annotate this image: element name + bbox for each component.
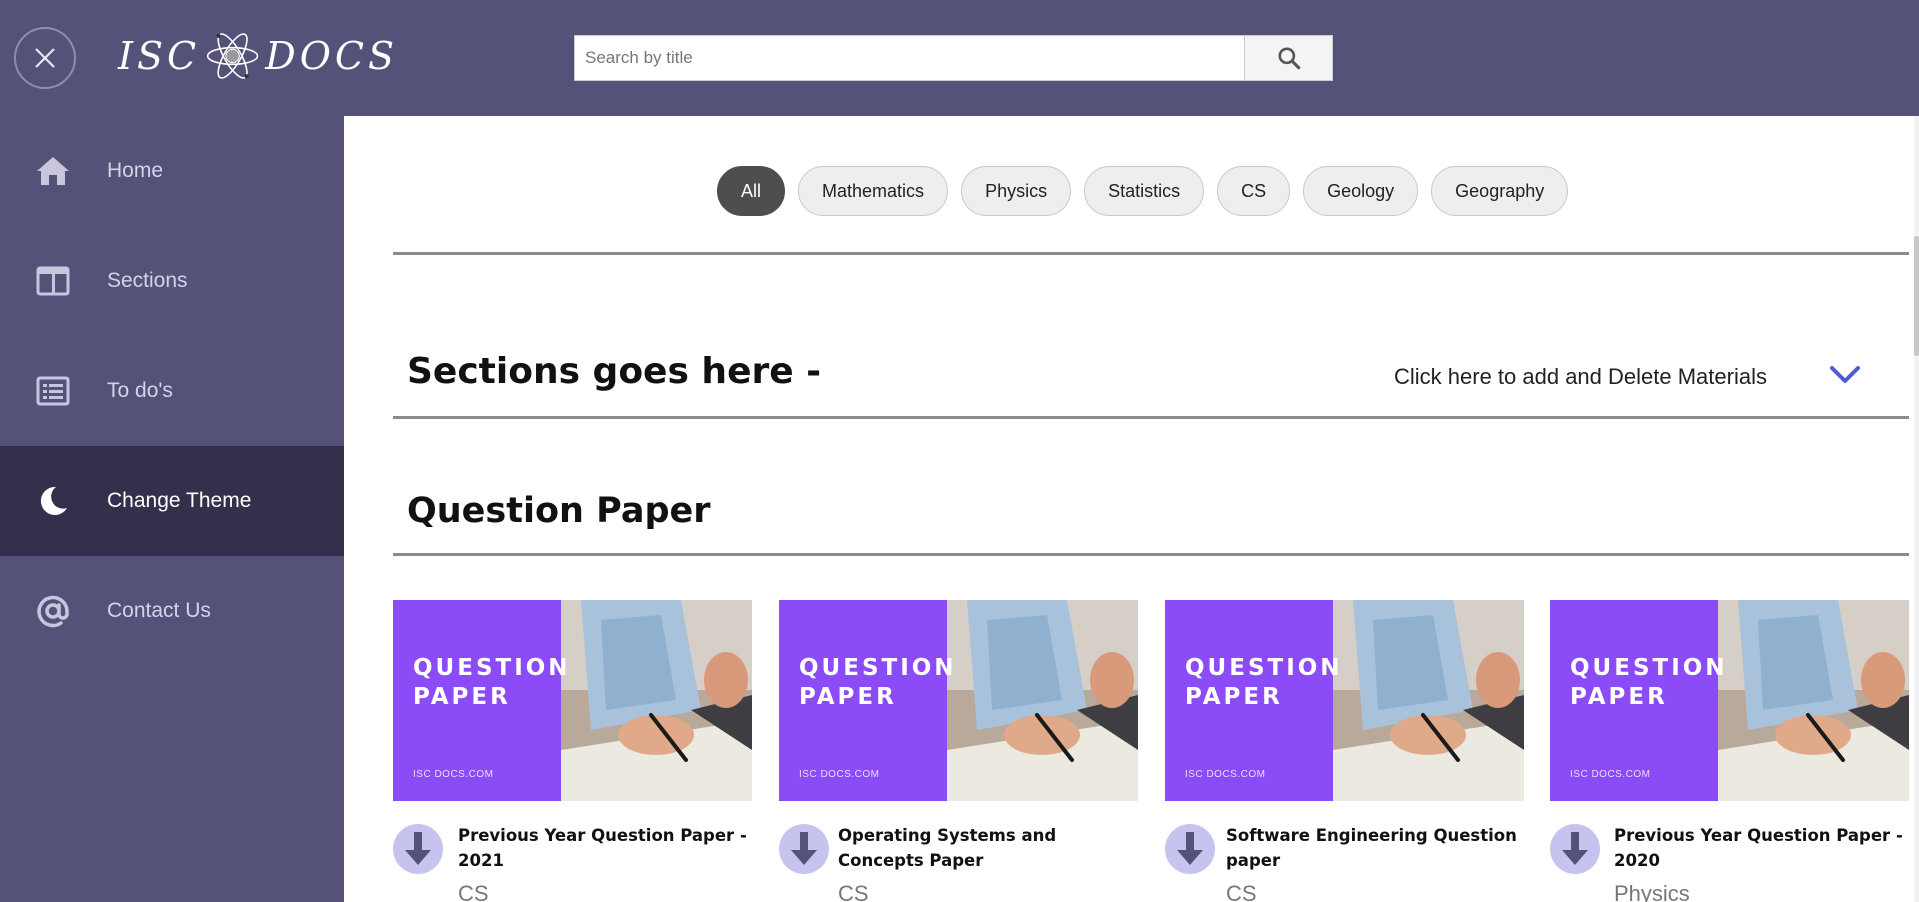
question-paper-thumbnail[interactable]: QUESTION PAPER ISC DOCS.COM [1165,600,1524,801]
main-content: All Mathematics Physics Statistics CS Ge… [344,116,1914,902]
sections-heading: Sections goes here - [407,351,822,392]
top-bar: ISC DOCS [0,0,1919,116]
thumbnail-title: QUESTION PAPER [413,655,571,710]
filter-chip-mathematics[interactable]: Mathematics [798,166,949,216]
sidebar-item-label: Change Theme [107,489,252,512]
download-button[interactable] [779,824,829,874]
download-arrow-icon [791,832,817,865]
question-paper-card: QUESTION PAPER ISC DOCS.COM Previous Year… [1550,600,1909,902]
moon-icon [34,482,72,520]
question-paper-heading: Question Paper [407,491,711,531]
download-button[interactable] [393,824,443,874]
question-paper-card: QUESTION PAPER ISC DOCS.COM Previous Year… [393,600,752,902]
download-button[interactable] [1165,824,1215,874]
logo[interactable]: ISC DOCS [118,6,398,106]
search-icon [1277,47,1300,70]
card-subject: CS [838,881,869,902]
download-arrow-icon [1562,832,1588,865]
writing-hand-photo [947,600,1138,801]
search-bar [574,35,1333,81]
logo-text-left: ISC [118,34,201,78]
thumbnail-site: ISC DOCS.COM [1570,769,1651,780]
question-paper-card: QUESTION PAPER ISC DOCS.COM Operating Sys… [779,600,1138,902]
at-sign-icon [34,592,72,630]
logo-text-right: DOCS [265,34,398,78]
sidebar-item-contact-us[interactable]: Contact Us [0,556,344,666]
close-sidebar-button[interactable] [14,27,76,89]
search-button[interactable] [1244,35,1333,81]
thumbnail-site: ISC DOCS.COM [413,769,494,780]
download-arrow-icon [405,832,431,865]
sidebar-item-todos[interactable]: To do's [0,336,344,446]
sidebar-item-label: Home [107,159,164,182]
card-subject: CS [1226,881,1257,902]
card-subject: CS [458,881,489,902]
sections-icon [34,262,72,300]
writing-hand-photo [561,600,752,801]
sidebar-item-label: Sections [107,269,188,292]
question-paper-thumbnail[interactable]: QUESTION PAPER ISC DOCS.COM [1550,600,1909,801]
sidebar-item-home[interactable]: Home [0,116,344,226]
home-icon [34,152,72,190]
thumbnail-site: ISC DOCS.COM [799,769,880,780]
download-button[interactable] [1550,824,1600,874]
thumbnail-title: QUESTION PAPER [1185,655,1343,710]
thumbnail-site: ISC DOCS.COM [1185,769,1266,780]
card-title[interactable]: Previous Year Question Paper - 2020 [1614,823,1904,873]
divider [393,252,1909,255]
sidebar-item-change-theme[interactable]: Change Theme [0,446,344,556]
page-scrollbar[interactable] [1914,116,1919,902]
filter-chip-physics[interactable]: Physics [961,166,1072,216]
sidebar-item-label: To do's [107,379,173,402]
card-title[interactable]: Previous Year Question Paper - 2021 [458,823,758,873]
card-title[interactable]: Operating Systems and Concepts Paper [838,823,1138,873]
divider [393,416,1909,419]
question-paper-card: QUESTION PAPER ISC DOCS.COM Software Engi… [1165,600,1526,902]
filter-chip-all[interactable]: All [717,166,786,216]
writing-hand-photo [1718,600,1909,801]
scrollbar-thumb[interactable] [1914,236,1919,356]
sidebar-item-label: Contact Us [107,599,211,622]
divider [393,553,1909,556]
add-delete-materials-link[interactable]: Click here to add and Delete Materials [1394,364,1767,390]
question-paper-thumbnail[interactable]: QUESTION PAPER ISC DOCS.COM [393,600,752,801]
question-paper-thumbnail[interactable]: QUESTION PAPER ISC DOCS.COM [779,600,1138,801]
filter-chip-geology[interactable]: Geology [1303,166,1419,216]
card-subject: Physics [1614,881,1690,902]
thumbnail-title: QUESTION PAPER [799,655,957,710]
atom-logo-icon [206,33,259,79]
sidebar: Home Sections To do's Change Theme Conta… [0,116,344,902]
writing-hand-photo [1333,600,1524,801]
filter-chip-statistics[interactable]: Statistics [1084,166,1205,216]
subject-filter-chips: All Mathematics Physics Statistics CS Ge… [717,166,1569,216]
chevron-down-icon[interactable] [1828,360,1862,390]
thumbnail-title: QUESTION PAPER [1570,655,1728,710]
close-icon [35,48,55,68]
search-input[interactable] [574,35,1244,81]
todo-list-icon [34,372,72,410]
filter-chip-cs[interactable]: CS [1217,166,1291,216]
card-title[interactable]: Software Engineering Question paper [1226,823,1526,873]
download-arrow-icon [1177,832,1203,865]
sidebar-item-sections[interactable]: Sections [0,226,344,336]
filter-chip-geography[interactable]: Geography [1431,166,1569,216]
